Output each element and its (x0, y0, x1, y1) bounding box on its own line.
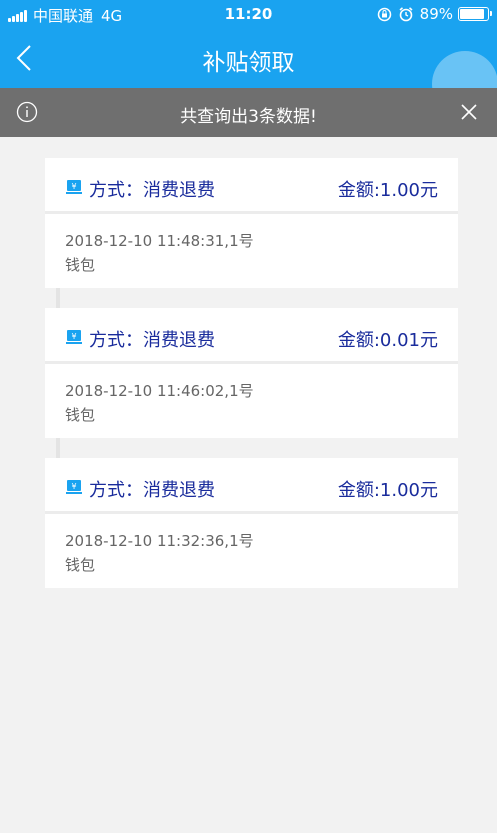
svg-text:¥: ¥ (71, 182, 76, 191)
record-list: ¥ 方式：消费退费 金额:1.00元 2018-12-10 11:48:31,1… (45, 158, 458, 588)
record-header: ¥ 方式：消费退费 金额:0.01元 (45, 308, 458, 364)
alarm-icon (399, 7, 413, 22)
payment-icon: ¥ (66, 480, 82, 494)
record-time: 2018-12-10 11:32:36,1号 (65, 532, 254, 550)
record-card[interactable]: ¥ 方式：消费退费 金额:1.00元 2018-12-10 11:48:31,1… (45, 158, 458, 288)
battery-percent: 89% (419, 5, 453, 23)
record-card[interactable]: ¥ 方式：消费退费 金额:0.01元 2018-12-10 11:46:02,1… (45, 308, 458, 438)
page-title: 补贴领取 (202, 50, 295, 76)
record-amount: 金额:0.01元 (337, 330, 438, 351)
svg-text:¥: ¥ (71, 332, 76, 341)
record-header: ¥ 方式：消费退费 金额:1.00元 (45, 458, 458, 514)
record-method: 方式：消费退费 (89, 330, 215, 351)
record-body: 2018-12-10 11:32:36,1号 钱包 (45, 514, 458, 588)
record-amount: 金额:1.00元 (337, 480, 438, 501)
timeline-connector (45, 288, 458, 308)
record-header: ¥ 方式：消费退费 金额:1.00元 (45, 158, 458, 214)
record-source: 钱包 (65, 256, 96, 274)
notice-bar: 共查询出3条数据! (0, 88, 497, 137)
record-time: 2018-12-10 11:48:31,1号 (65, 232, 254, 250)
battery-tip (490, 11, 492, 16)
payment-icon: ¥ (66, 180, 82, 194)
record-body: 2018-12-10 11:48:31,1号 钱包 (45, 214, 458, 288)
record-body: 2018-12-10 11:46:02,1号 钱包 (45, 364, 458, 438)
svg-text:¥: ¥ (71, 482, 76, 491)
rotation-lock-icon (377, 7, 391, 21)
battery-fill (460, 9, 485, 19)
payment-icon: ¥ (66, 330, 82, 344)
record-source: 钱包 (65, 406, 96, 424)
close-icon[interactable] (459, 102, 479, 122)
record-method: 方式：消费退费 (89, 480, 215, 501)
status-bar: 中国联通 4G 11:20 89% (0, 0, 497, 28)
record-amount: 金额:1.00元 (337, 180, 438, 201)
battery-icon (458, 7, 492, 21)
notice-text: 共查询出3条数据! (180, 107, 317, 127)
record-source: 钱包 (65, 556, 96, 574)
record-time: 2018-12-10 11:46:02,1号 (65, 382, 254, 400)
record-card[interactable]: ¥ 方式：消费退费 金额:1.00元 2018-12-10 11:32:36,1… (45, 458, 458, 588)
nav-bar: 补贴领取 (0, 28, 497, 117)
record-method: 方式：消费退费 (89, 180, 215, 201)
timeline-connector (45, 438, 458, 458)
status-right: 89% (377, 5, 492, 23)
